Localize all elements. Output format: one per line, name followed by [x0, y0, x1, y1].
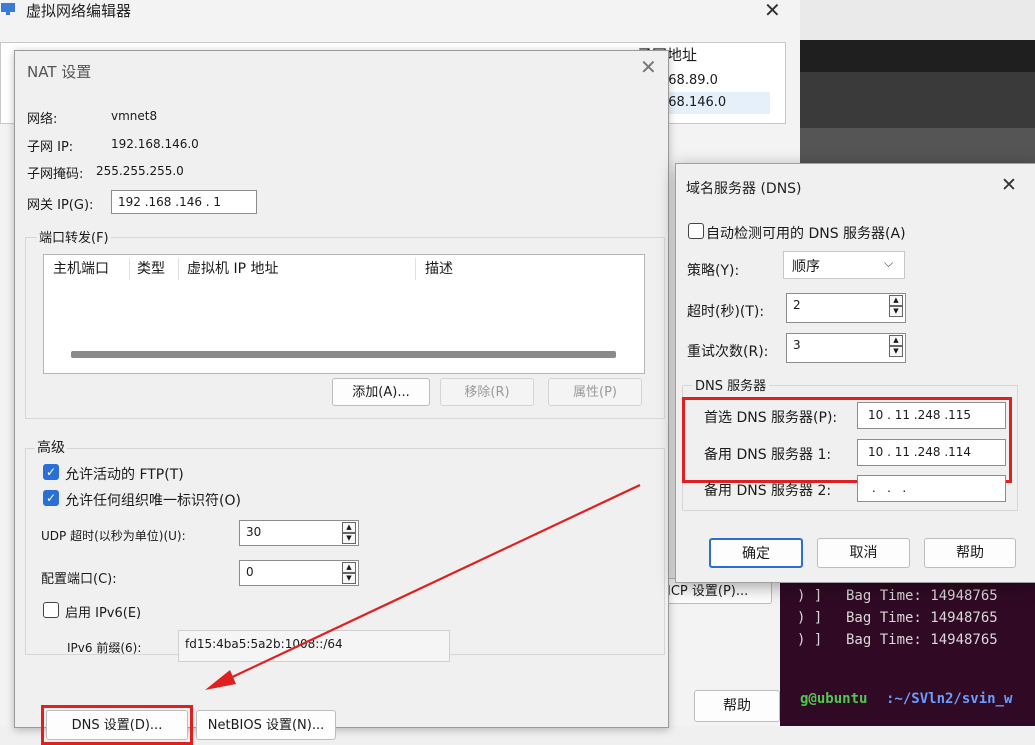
- stepper-down-icon[interactable]: ▼: [889, 306, 903, 317]
- terminal-bracket: ) ]: [797, 632, 823, 648]
- gateway-ip-input[interactable]: 192 .168 .146 . 1: [111, 190, 257, 214]
- policy-select[interactable]: 顺序 ⌵: [783, 251, 905, 279]
- dns-dialog-title: 域名服务器 (DNS): [686, 181, 802, 197]
- timeout-value[interactable]: 2: [793, 298, 801, 312]
- retries-value[interactable]: 3: [793, 338, 801, 352]
- add-port-button[interactable]: 添加(A)...: [332, 378, 430, 406]
- policy-label: 策略(Y):: [687, 263, 740, 279]
- nat-settings-dialog: NAT 设置 ✕ 网络: vmnet8 子网 IP: 192.168.146.0…: [14, 50, 669, 745]
- vnet-row-subnet[interactable]: 168.146.0: [660, 95, 726, 110]
- stepper-buttons[interactable]: ▲ ▼: [342, 522, 356, 544]
- column-separator: [178, 258, 179, 280]
- stepper-up-icon[interactable]: ▲: [342, 522, 356, 533]
- terminal-line: Bag Time: 14948765: [846, 588, 998, 604]
- column-host-port[interactable]: 主机端口: [53, 258, 109, 278]
- policy-value[interactable]: 顺序: [792, 256, 820, 276]
- stepper-buttons[interactable]: ▲ ▼: [889, 335, 903, 357]
- column-type[interactable]: 类型: [137, 258, 165, 278]
- alternate-dns-2-label: 备用 DNS 服务器 2:: [704, 483, 832, 499]
- close-icon[interactable]: ✕: [1001, 174, 1017, 196]
- network-app-icon: [1, 3, 15, 15]
- timeout-stepper[interactable]: 2 ▲ ▼: [786, 293, 906, 323]
- virtual-network-editor-title: 虚拟网络编辑器: [26, 2, 132, 20]
- column-vm-ip[interactable]: 虚拟机 IP 地址: [187, 258, 278, 278]
- config-port-value[interactable]: 0: [246, 565, 254, 579]
- subnet-mask-value: 255.255.255.0: [96, 164, 184, 178]
- stepper-buttons[interactable]: ▲ ▼: [342, 562, 356, 584]
- chevron-down-icon[interactable]: ⌵: [884, 256, 893, 271]
- subnet-mask-label: 子网掩码:: [27, 167, 84, 182]
- allow-ftp-label[interactable]: 允许活动的 FTP(T): [65, 464, 184, 484]
- udp-timeout-stepper[interactable]: 30 ▲ ▼: [239, 520, 359, 546]
- column-separator: [415, 258, 416, 280]
- auto-detect-dns-checkbox[interactable]: [688, 223, 704, 239]
- config-port-label: 配置端口(C):: [41, 572, 117, 587]
- terminal-bracket: ) ]: [797, 610, 823, 626]
- timeout-label: 超时(秒)(T):: [687, 304, 765, 320]
- config-port-stepper[interactable]: 0 ▲ ▼: [239, 560, 359, 586]
- advanced-legend: 高级: [35, 437, 67, 457]
- desktop-panel: [800, 72, 1035, 128]
- allow-ftp-checkbox[interactable]: ✓: [43, 464, 59, 480]
- udp-timeout-label: UDP 超时(以秒为单位)(U):: [41, 529, 186, 543]
- dns-settings-dialog: 域名服务器 (DNS) ✕ 自动检测可用的 DNS 服务器(A) 策略(Y): …: [675, 163, 1035, 583]
- terminal-bracket: ) ]: [797, 588, 823, 604]
- desktop-strip: [800, 128, 1035, 164]
- port-forwarding-legend: 端口转发(F): [37, 227, 111, 246]
- allow-oui-label[interactable]: 允许任何组织唯一标识符(O): [65, 490, 241, 510]
- network-value: vmnet8: [111, 109, 158, 123]
- dns-button-highlight: [41, 705, 193, 745]
- alternate-dns-2-input[interactable]: . . .: [857, 475, 1006, 502]
- retries-label: 重试次数(R):: [687, 344, 769, 360]
- column-description[interactable]: 描述: [425, 258, 453, 278]
- terminal-line: Bag Time: 14948765: [846, 610, 998, 626]
- ok-button[interactable]: 确定: [709, 538, 803, 568]
- enable-ipv6-label[interactable]: 启用 IPv6(E): [65, 602, 141, 621]
- enable-ipv6-checkbox[interactable]: [43, 602, 59, 618]
- netbios-settings-button[interactable]: NetBIOS 设置(N)...: [196, 710, 336, 740]
- stepper-down-icon[interactable]: ▼: [342, 533, 356, 544]
- dns-servers-legend: DNS 服务器: [692, 375, 770, 394]
- horizontal-scrollbar[interactable]: [71, 351, 616, 358]
- stepper-up-icon[interactable]: ▲: [342, 562, 356, 573]
- desktop-area: [800, 0, 1035, 40]
- column-separator: [129, 258, 130, 280]
- terminal-line: Bag Time: 14948765: [846, 632, 998, 648]
- close-icon[interactable]: ✕: [640, 55, 657, 79]
- allow-oui-checkbox[interactable]: ✓: [43, 490, 59, 506]
- stepper-up-icon[interactable]: ▲: [889, 335, 903, 346]
- desktop-dark-bar: [800, 40, 1035, 72]
- stepper-down-icon[interactable]: ▼: [342, 573, 356, 584]
- network-label: 网络:: [27, 112, 58, 127]
- ipv6-prefix-label: IPv6 前缀(6):: [67, 641, 142, 655]
- gateway-ip-label: 网关 IP(G):: [27, 198, 94, 213]
- properties-button[interactable]: 属性(P): [548, 378, 642, 406]
- stepper-up-icon[interactable]: ▲: [889, 295, 903, 306]
- nat-dialog-title: NAT 设置: [27, 63, 92, 81]
- close-icon[interactable]: ✕: [764, 0, 781, 22]
- cancel-button[interactable]: 取消: [817, 538, 910, 568]
- subnet-ip-value: 192.168.146.0: [111, 137, 199, 151]
- subnet-ip-label: 子网 IP:: [27, 140, 74, 155]
- help-button[interactable]: 帮助: [694, 690, 780, 722]
- retries-stepper[interactable]: 3 ▲ ▼: [786, 333, 906, 363]
- dns-servers-highlight: [682, 397, 1012, 483]
- auto-detect-dns-label[interactable]: 自动检测可用的 DNS 服务器(A): [706, 223, 906, 243]
- help-button[interactable]: 帮助: [924, 538, 1016, 568]
- udp-timeout-value[interactable]: 30: [246, 525, 261, 539]
- terminal-prompt-path: :~/SVln2/svin_w: [886, 691, 1013, 707]
- stepper-down-icon[interactable]: ▼: [889, 346, 903, 357]
- stepper-buttons[interactable]: ▲ ▼: [889, 295, 903, 317]
- remove-port-button[interactable]: 移除(R): [440, 378, 534, 406]
- terminal-prompt-user: g@ubuntu: [800, 691, 868, 707]
- ipv6-prefix-input[interactable]: fd15:4ba5:5a2b:1008::/64: [178, 630, 450, 662]
